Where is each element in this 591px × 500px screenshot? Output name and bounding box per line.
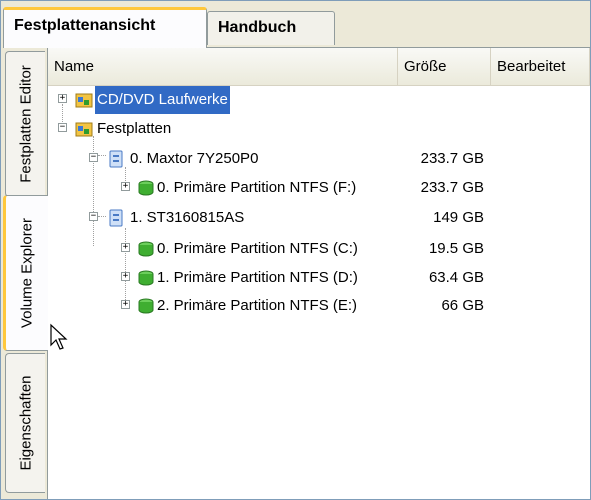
- hard-disk-icon: [109, 209, 123, 227]
- tree-label-disk-1-partition-0: 0. Primäre Partition NTFS (C:): [157, 240, 358, 257]
- column-header-row: Name Größe Bearbeitet: [48, 48, 590, 86]
- tree-row-disk-1-partition-0[interactable]: + 0. Primäre Partition NTFS (C:) 19.5 GB: [48, 235, 590, 263]
- tree-label-cd-dvd: CD/DVD Laufwerke: [95, 86, 230, 114]
- tree-row-disk-0[interactable]: − 0. Maxtor 7Y250P0 233.7 GB: [48, 145, 590, 173]
- hard-disk-icon: [109, 150, 123, 168]
- window-frame: Festplattenansicht Handbuch Festplatten …: [0, 0, 591, 500]
- tab-festplattenansicht[interactable]: Festplattenansicht: [3, 7, 207, 48]
- volume-explorer-panel: Name Größe Bearbeitet + CD/DVD Laufwerke…: [48, 48, 590, 499]
- tree-row-disk-1-partition-2[interactable]: + 2. Primäre Partition NTFS (E:) 66 GB: [48, 292, 590, 320]
- size-disk-0: 233.7 GB: [420, 150, 484, 167]
- tree-row-disk-1[interactable]: − 1. ST3160815AS 149 GB: [48, 204, 590, 232]
- collapse-toggle[interactable]: −: [89, 212, 98, 221]
- folder-icon: [75, 93, 93, 108]
- top-tab-bar: Festplattenansicht Handbuch: [1, 1, 590, 48]
- size-disk-1-partition-2: 66 GB: [441, 297, 484, 314]
- size-disk-1: 149 GB: [433, 209, 484, 226]
- size-disk-0-partition-0: 233.7 GB: [420, 179, 484, 196]
- expand-toggle[interactable]: +: [121, 243, 130, 252]
- tab-festplatten-editor-label: Festplatten Editor: [17, 65, 34, 183]
- tree-label-disk-1-partition-2: 2. Primäre Partition NTFS (E:): [157, 297, 358, 314]
- expand-toggle[interactable]: +: [58, 94, 67, 103]
- tree-label-festplatten: Festplatten: [97, 120, 172, 137]
- folder-icon: [75, 122, 93, 137]
- tree-label-disk-0-partition-0: 0. Primäre Partition NTFS (F:): [157, 179, 357, 196]
- tree-label-disk-1: 1. ST3160815AS: [130, 209, 245, 226]
- tab-volume-explorer[interactable]: Volume Explorer: [3, 195, 48, 351]
- tree-label-disk-0: 0. Maxtor 7Y250P0: [130, 150, 259, 167]
- tree-row-disk-1-partition-1[interactable]: + 1. Primäre Partition NTFS (D:) 63.4 GB: [48, 264, 590, 292]
- tree-row-cd-dvd[interactable]: + CD/DVD Laufwerke: [48, 86, 590, 114]
- expand-toggle[interactable]: +: [121, 272, 130, 281]
- side-tab-bar: Festplatten Editor Volume Explorer Eigen…: [1, 47, 48, 499]
- tab-eigenschaften-label: Eigenschaften: [17, 375, 34, 471]
- size-disk-1-partition-0: 19.5 GB: [428, 240, 484, 257]
- mouse-cursor-icon: [50, 323, 68, 350]
- column-header-modified[interactable]: Bearbeitet: [491, 48, 590, 85]
- partition-disk-icon: [138, 298, 154, 314]
- expand-toggle[interactable]: +: [121, 300, 130, 309]
- tab-handbuch[interactable]: Handbuch: [207, 11, 335, 45]
- collapse-toggle[interactable]: −: [58, 123, 67, 132]
- partition-disk-icon: [138, 241, 154, 257]
- collapse-toggle[interactable]: −: [89, 153, 98, 162]
- partition-disk-icon: [138, 270, 154, 286]
- expand-toggle[interactable]: +: [121, 182, 130, 191]
- column-header-size[interactable]: Größe: [398, 48, 491, 85]
- tab-volume-explorer-label: Volume Explorer: [18, 217, 36, 329]
- tree-row-disk-0-partition-0[interactable]: + 0. Primäre Partition NTFS (F:) 233.7 G…: [48, 174, 590, 202]
- tab-festplatten-editor[interactable]: Festplatten Editor: [5, 51, 45, 197]
- tree-label-disk-1-partition-1: 1. Primäre Partition NTFS (D:): [157, 269, 358, 286]
- size-disk-1-partition-1: 63.4 GB: [428, 269, 484, 286]
- column-header-name[interactable]: Name: [48, 48, 398, 85]
- tab-eigenschaften[interactable]: Eigenschaften: [5, 353, 45, 493]
- partition-disk-icon: [138, 180, 154, 196]
- tree-row-festplatten[interactable]: − Festplatten: [48, 115, 590, 143]
